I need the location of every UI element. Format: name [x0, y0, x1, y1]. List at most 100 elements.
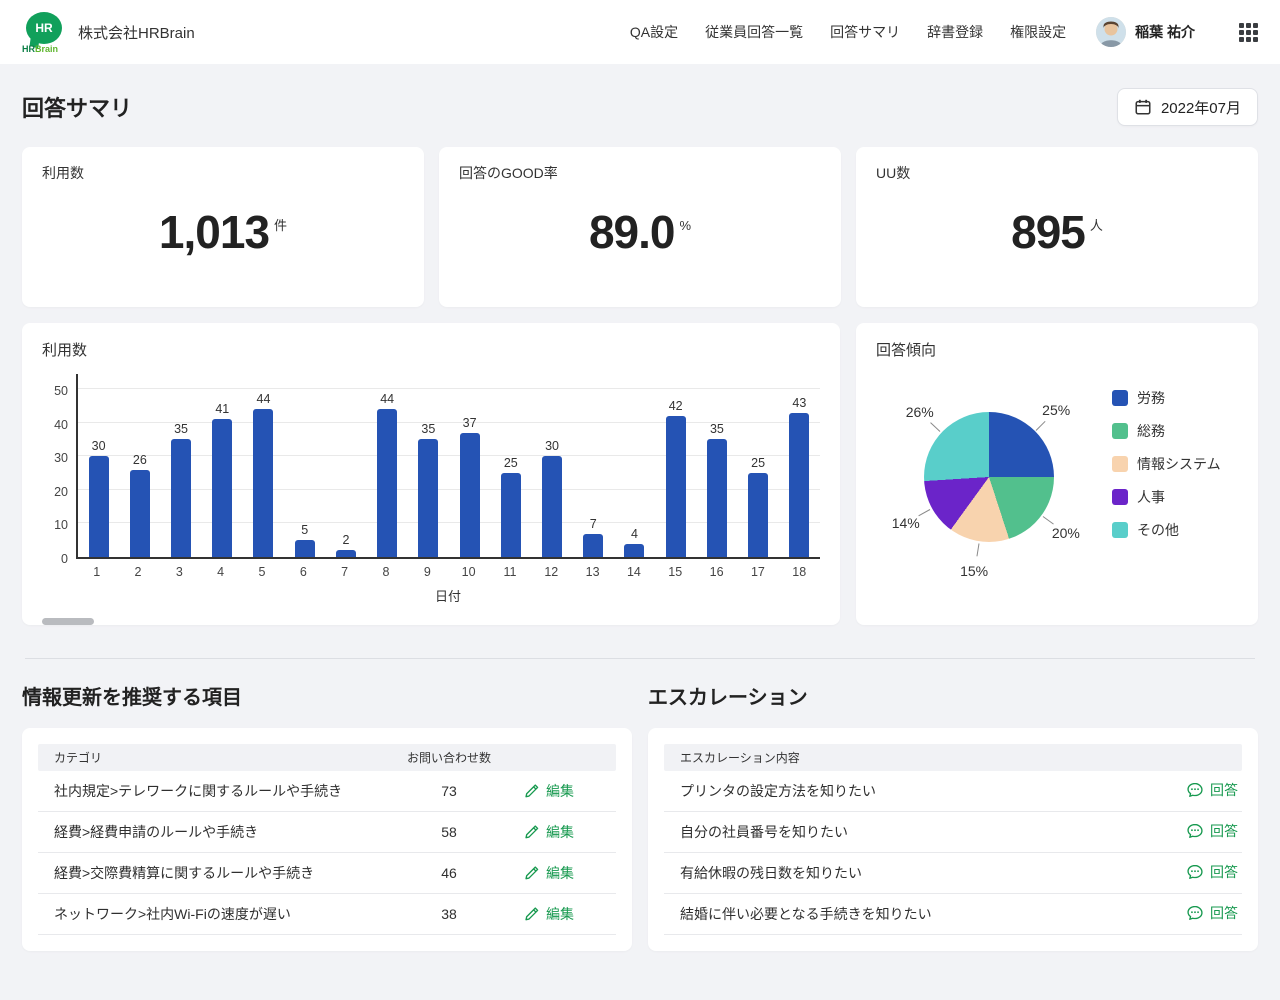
bar-5: 44: [243, 374, 284, 557]
row-inquiry-count: 46: [374, 865, 524, 881]
bar-value-label: 35: [421, 422, 435, 436]
edit-label: 編集: [546, 863, 574, 883]
bar-value-label: 35: [710, 422, 724, 436]
pie-percent-label: 26%: [906, 404, 934, 420]
answer-link[interactable]: 回答: [1186, 862, 1238, 882]
bar-value-label: 30: [92, 439, 106, 453]
bar-7: 2: [325, 374, 366, 557]
edit-link[interactable]: 編集: [524, 822, 574, 842]
edit-link[interactable]: 編集: [524, 863, 574, 883]
answer-label: 回答: [1210, 821, 1238, 841]
bar-chart-x-labels: 123456789101112131415161718: [76, 565, 820, 579]
legend-swatch: [1112, 390, 1128, 406]
x-tick-label: 16: [696, 565, 737, 579]
x-tick-label: 7: [324, 565, 365, 579]
bar-rect: [460, 433, 480, 557]
update-table-row: ネットワーク>社内Wi-Fiの速度が遅い38編集: [38, 894, 616, 935]
top-navigation-bar: HR HRBrain 株式会社HRBrain QA設定従業員回答一覧回答サマリ辞…: [0, 0, 1280, 64]
edit-label: 編集: [546, 822, 574, 842]
answer-link[interactable]: 回答: [1186, 780, 1238, 800]
bar-17: 25: [738, 374, 779, 557]
bar-value-label: 43: [792, 396, 806, 410]
user-menu[interactable]: 稲葉 祐介: [1096, 17, 1195, 47]
answer-link[interactable]: 回答: [1186, 903, 1238, 923]
chart-horizontal-scrollbar[interactable]: [42, 618, 94, 625]
section-divider: [25, 658, 1255, 659]
escalation-table-row: 結婚に伴い必要となる手続きを知りたい 回答: [664, 894, 1242, 935]
x-tick-label: 18: [779, 565, 820, 579]
bar-rect: [666, 416, 686, 557]
bar-rect: [295, 540, 315, 557]
escalation-section: エスカレーション エスカレーション内容 プリンタの設定方法を知りたい回答自分の社…: [648, 681, 1258, 951]
row-category: ネットワーク>社内Wi-Fiの速度が遅い: [38, 904, 374, 924]
col-category: カテゴリ: [38, 749, 374, 766]
bar-value-label: 44: [380, 392, 394, 406]
bar-value-label: 41: [215, 402, 229, 416]
update-table-card: カテゴリ お問い合わせ数 社内規定>テレワークに関するルールや手続き73編集経費…: [22, 728, 632, 951]
bar-chart-x-axis-title: 日付: [76, 586, 820, 605]
edit-link[interactable]: 編集: [524, 781, 574, 801]
bar-chart-plot: 30263541445244353725307442352543: [76, 374, 820, 559]
hrbrain-logo-wordmark: HRBrain: [22, 44, 58, 54]
x-tick-label: 2: [117, 565, 158, 579]
row-inquiry-count: 38: [374, 906, 524, 922]
pie-percent-label: 20%: [1052, 525, 1080, 541]
nav-item-4[interactable]: 権限設定: [1010, 22, 1066, 42]
pie-label-tick: [1036, 421, 1046, 431]
legend-item-4: その他: [1112, 520, 1221, 540]
row-category: 社内規定>テレワークに関するルールや手続き: [38, 781, 374, 801]
update-section-title: 情報更新を推奨する項目: [22, 681, 632, 710]
legend-label: 情報システム: [1137, 454, 1221, 474]
nav-item-0[interactable]: QA設定: [630, 22, 678, 42]
answer-label: 回答: [1210, 780, 1238, 800]
bar-chart-y-axis: 01020304050: [42, 374, 76, 559]
answer-trend-pie-card: 回答傾向 25%20%15%14%26% 労務総務情報システム人事その他: [856, 323, 1258, 625]
hrbrain-logo[interactable]: HR HRBrain: [22, 9, 68, 55]
bar-rect: [418, 439, 438, 557]
escalation-table-row: 自分の社員番号を知りたい回答: [664, 812, 1242, 853]
pie-label-tick: [919, 509, 931, 516]
bar-rect: [253, 409, 273, 557]
escalation-section-title: エスカレーション: [648, 681, 1258, 710]
nav-item-3[interactable]: 辞書登録: [927, 22, 983, 42]
month-picker-button[interactable]: 2022年07月: [1117, 88, 1258, 126]
row-escalation-content: プリンタの設定方法を知りたい: [664, 781, 876, 801]
user-avatar: [1096, 17, 1126, 47]
x-tick-label: 17: [737, 565, 778, 579]
row-category: 経費>交際費精算に関するルールや手続き: [38, 863, 374, 883]
x-tick-label: 11: [489, 565, 530, 579]
hrbrain-logo-hr-text: HR: [35, 21, 52, 35]
bar-rect: [748, 473, 768, 557]
legend-item-0: 労務: [1112, 388, 1221, 408]
x-tick-label: 13: [572, 565, 613, 579]
row-inquiry-count: 73: [374, 783, 524, 799]
bar-rect: [707, 439, 727, 557]
speech-bubble-icon: [1186, 822, 1204, 840]
bar-13: 7: [573, 374, 614, 557]
bar-value-label: 26: [133, 453, 147, 467]
pie-chart: [924, 412, 1054, 542]
row-escalation-content: 結婚に伴い必要となる手続きを知りたい: [664, 904, 932, 924]
x-tick-label: 10: [448, 565, 489, 579]
edit-link[interactable]: 編集: [524, 904, 574, 924]
stat-unit: 件: [274, 218, 287, 233]
bar-rect: [377, 409, 397, 557]
legend-label: 人事: [1137, 487, 1165, 507]
answer-link[interactable]: 回答: [1186, 821, 1238, 841]
stat-label: UU数: [876, 163, 1238, 183]
legend-item-3: 人事: [1112, 487, 1221, 507]
nav-item-2[interactable]: 回答サマリ: [830, 22, 900, 42]
app-grid-icon[interactable]: [1239, 23, 1258, 42]
nav-item-1[interactable]: 従業員回答一覧: [705, 22, 803, 42]
y-tick-label: 30: [54, 451, 68, 465]
stat-unit: 人: [1090, 218, 1103, 233]
pencil-icon: [524, 906, 540, 922]
escalation-table-card: エスカレーション内容 プリンタの設定方法を知りたい回答自分の社員番号を知りたい回…: [648, 728, 1258, 951]
x-tick-label: 14: [613, 565, 654, 579]
bar-rect: [130, 470, 150, 557]
update-table-header: カテゴリ お問い合わせ数: [38, 744, 616, 771]
update-recommend-section: 情報更新を推奨する項目 カテゴリ お問い合わせ数 社内規定>テレワークに関するル…: [22, 681, 632, 951]
bar-value-label: 25: [504, 456, 518, 470]
legend-label: その他: [1137, 520, 1179, 540]
bar-rect: [542, 456, 562, 557]
